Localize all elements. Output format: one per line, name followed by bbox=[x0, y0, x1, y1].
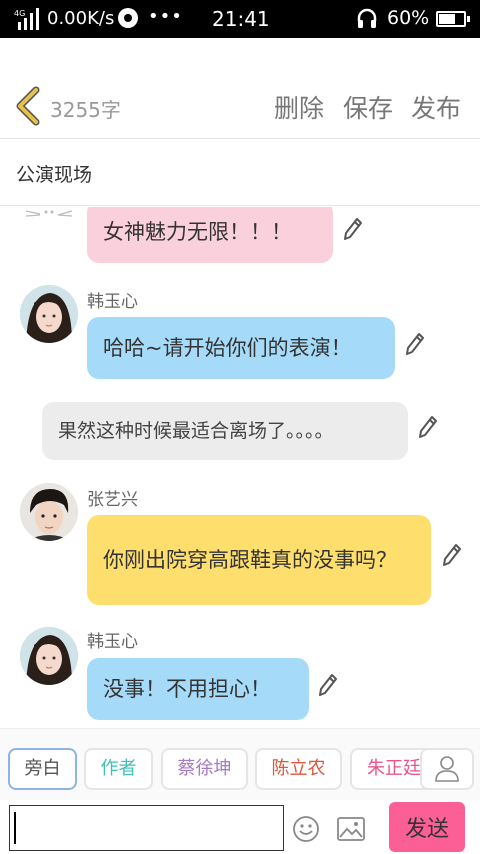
clock: 21:41 bbox=[212, 7, 270, 31]
edit-pencil-icon[interactable] bbox=[343, 217, 363, 241]
scene-title: 公演现场 bbox=[16, 164, 93, 186]
message-text: 没事！不用担心！ bbox=[103, 677, 271, 701]
image-icon[interactable] bbox=[337, 817, 365, 841]
publish-button[interactable]: 发布 bbox=[411, 89, 461, 125]
message-bubble[interactable]: 你刚出院穿高跟鞋真的没事吗？ bbox=[87, 515, 431, 605]
message-bubble[interactable]: 没事！不用担心！ bbox=[87, 658, 309, 720]
character-chip-caixukun[interactable]: 蔡徐坤 bbox=[161, 748, 248, 790]
editor-header: 3255字 删除 保存 发布 bbox=[0, 38, 480, 139]
speaker-name: 张艺兴 bbox=[87, 490, 138, 510]
network-speed: 0.00K/s bbox=[47, 8, 115, 29]
battery-percent: 60% bbox=[387, 7, 430, 29]
chip-label: 旁白 bbox=[24, 758, 61, 779]
svg-text:4G: 4G bbox=[14, 9, 25, 18]
edit-pencil-icon[interactable] bbox=[442, 543, 462, 567]
edit-pencil-icon[interactable] bbox=[318, 673, 338, 697]
avatar-hanyuxin[interactable] bbox=[20, 627, 78, 685]
character-selector: 旁白 作者 蔡徐坤 陈立农 朱正廷 bbox=[0, 728, 480, 800]
message-bubble[interactable]: 哈哈~请开始你们的表演！ bbox=[87, 317, 395, 379]
message-text: 果然这种时候最适合离场了。。。。 bbox=[58, 420, 334, 442]
chip-label: 作者 bbox=[100, 758, 137, 779]
message-text: 你刚出院穿高跟鞋真的没事吗？ bbox=[103, 548, 397, 572]
signal-icon: 4G bbox=[14, 8, 39, 30]
character-chip-author[interactable]: 作者 bbox=[84, 748, 153, 790]
add-character-button[interactable] bbox=[420, 748, 474, 790]
more-notifications-icon: ••• bbox=[148, 6, 183, 27]
input-bar: 发送 bbox=[0, 800, 480, 854]
delete-button[interactable]: 删除 bbox=[274, 89, 324, 125]
message-text: 女神魅力无限！！！ bbox=[103, 220, 292, 244]
speaker-name: 韩玉心 bbox=[87, 632, 138, 652]
chat-area[interactable]: 女神魅力无限！！！ 韩玉心 哈哈~请开始你们的表演！ 果然这种时候最适合离场了。… bbox=[0, 207, 480, 728]
camera-icon bbox=[118, 8, 138, 28]
headphones-icon bbox=[357, 8, 377, 28]
speaker-name: 韩玉心 bbox=[87, 292, 138, 312]
message-bubble[interactable]: 女神魅力无限！！！ bbox=[87, 207, 333, 263]
message-text: 哈哈~请开始你们的表演！ bbox=[103, 336, 352, 360]
scene-title-bar[interactable]: 公演现场 bbox=[0, 140, 480, 206]
message-input[interactable] bbox=[9, 805, 284, 851]
chip-label: 蔡徐坤 bbox=[177, 758, 232, 779]
battery-icon bbox=[436, 11, 470, 27]
word-count: 3255字 bbox=[50, 98, 121, 122]
chip-label: 陈立农 bbox=[271, 758, 326, 779]
character-chip-narration[interactable]: 旁白 bbox=[8, 748, 77, 790]
character-chip-chenlinong[interactable]: 陈立农 bbox=[255, 748, 342, 790]
save-button[interactable]: 保存 bbox=[343, 89, 393, 125]
edit-pencil-icon[interactable] bbox=[405, 332, 425, 356]
send-button[interactable]: 发送 bbox=[389, 802, 465, 852]
emoji-icon[interactable] bbox=[292, 815, 320, 843]
edit-pencil-icon[interactable] bbox=[418, 415, 438, 439]
text-caret bbox=[14, 812, 16, 844]
avatar-partial bbox=[25, 210, 73, 217]
narration-bubble[interactable]: 果然这种时候最适合离场了。。。。 bbox=[42, 402, 408, 460]
person-icon bbox=[435, 756, 459, 782]
chip-label: 朱正廷 bbox=[367, 758, 421, 779]
status-bar: 4G 0.00K/s ••• 21:41 60% bbox=[0, 0, 480, 38]
avatar-zhangyixing[interactable] bbox=[20, 483, 78, 541]
back-arrow-icon[interactable] bbox=[14, 86, 42, 126]
avatar-hanyuxin[interactable] bbox=[20, 285, 78, 343]
